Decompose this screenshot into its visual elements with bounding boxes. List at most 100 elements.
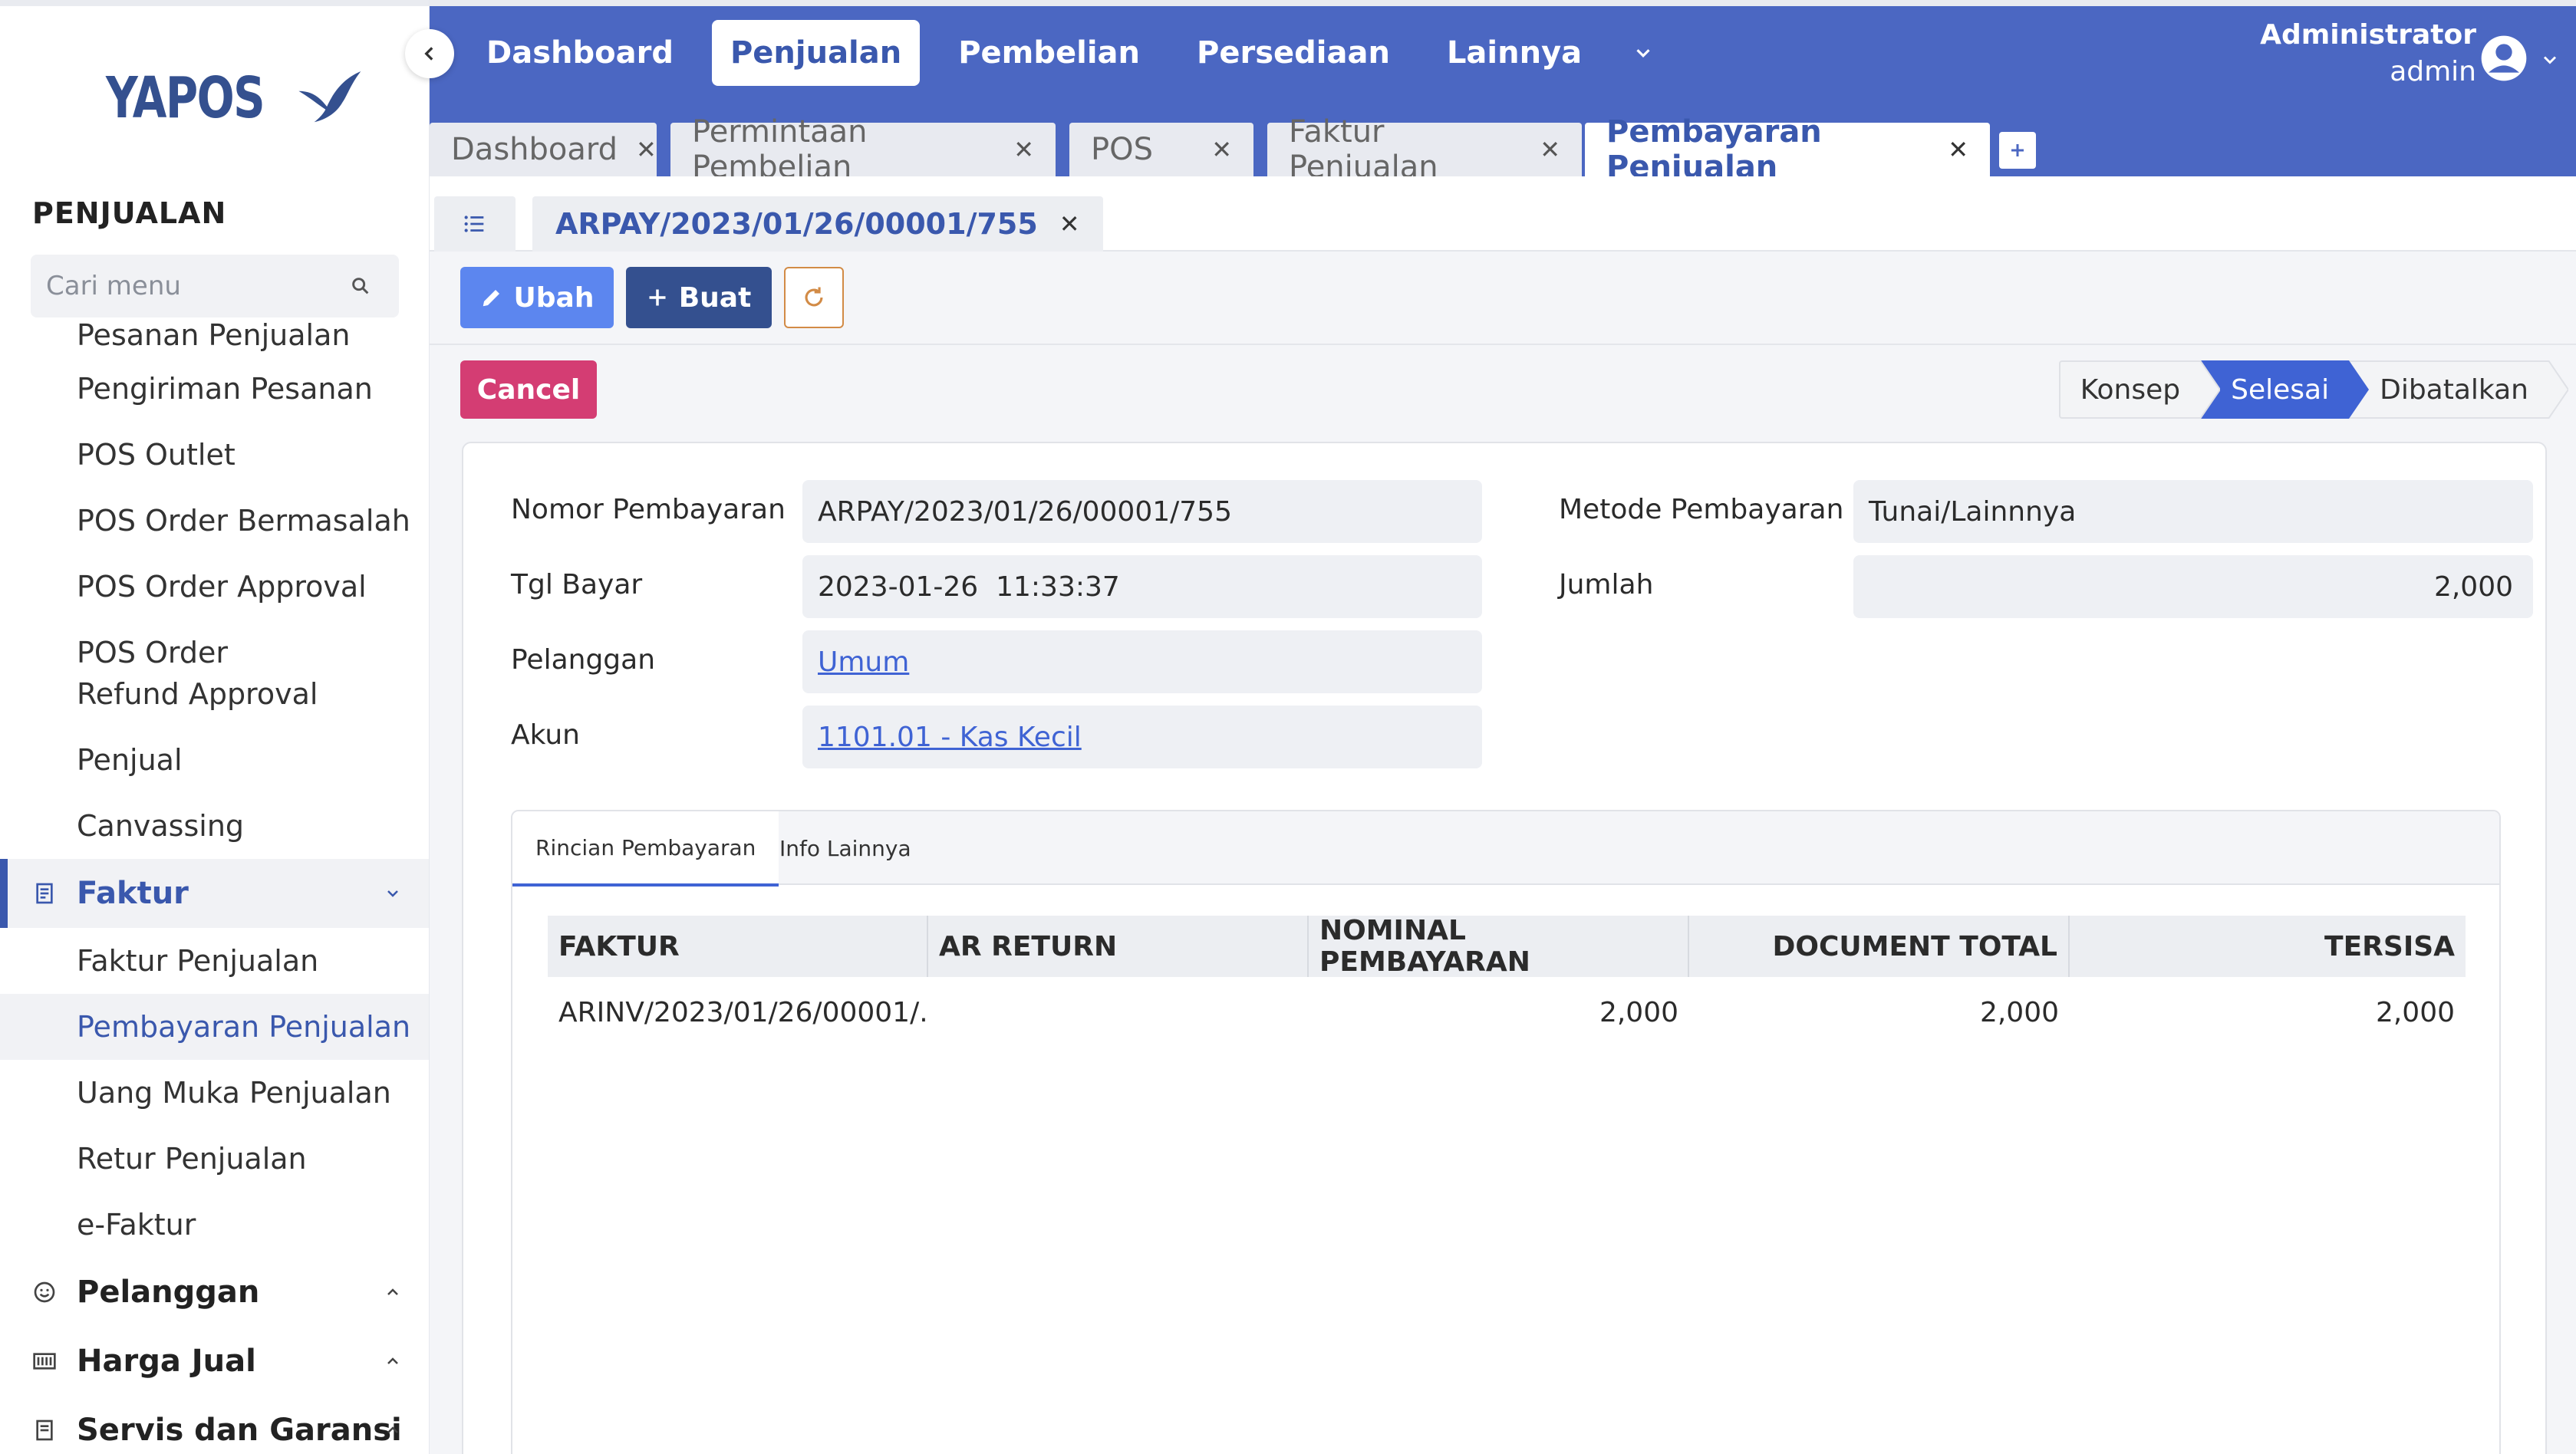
cell-tersisa: 2,000 xyxy=(2375,996,2455,1028)
sidebar-item-penjual[interactable]: Penjual xyxy=(0,727,429,793)
tab-rincian-pembayaran[interactable]: Rincian Pembayaran xyxy=(512,811,779,887)
status-steps: Konsep Selesai Dibatalkan xyxy=(2058,360,2568,419)
close-icon[interactable]: ✕ xyxy=(1948,135,1968,164)
nav-more-dropdown[interactable] xyxy=(1620,20,1666,86)
close-icon[interactable]: ✕ xyxy=(1540,135,1560,164)
document-tab[interactable]: ARPAY/2023/01/26/00001/755 ✕ xyxy=(532,196,1103,252)
chevron-up-icon xyxy=(387,1288,398,1295)
sidebar-item-pengiriman-pesanan[interactable]: Pengiriman Pesanan xyxy=(0,356,429,422)
sidebar-item-pos-order-approval[interactable]: POS Order Approval xyxy=(0,554,429,620)
sidebar-item-pembayaran-penjualan[interactable]: Pembayaran Penjualan xyxy=(0,994,429,1060)
sidebar-menu: Pesanan Penjualan Pengiriman Pesanan POS… xyxy=(0,316,429,1454)
sidebar-group-faktur[interactable]: Faktur xyxy=(0,859,429,928)
column-header-tersisa: TERSISA xyxy=(2324,930,2455,962)
toolbar: Ubah Buat xyxy=(430,252,2576,345)
tab-dashboard[interactable]: Dashboard ✕ xyxy=(430,123,657,176)
sidebar-item-pos-outlet[interactable]: POS Outlet xyxy=(0,422,429,488)
nav-persediaan[interactable]: Persediaan xyxy=(1178,20,1408,86)
cell-faktur: ARINV/2023/01/26/00001/... xyxy=(558,996,928,1028)
create-button[interactable]: Buat xyxy=(626,267,772,328)
sidebar-item-pesanan-penjualan[interactable]: Pesanan Penjualan xyxy=(0,310,429,356)
column-header-ar-return: AR RETURN xyxy=(928,916,1309,977)
nav-penjualan[interactable]: Penjualan xyxy=(711,20,921,86)
sidebar-item-faktur-penjualan[interactable]: Faktur Penjualan xyxy=(0,928,429,994)
top-navbar: Dashboard Penjualan Pembelian Persediaan… xyxy=(430,0,2576,103)
step-arrow-icon xyxy=(2349,360,2370,419)
sidebar-search-input[interactable]: Cari menu xyxy=(31,255,399,317)
nomor-pembayaran-value: ARPAY/2023/01/26/00001/755 xyxy=(818,495,1232,528)
sidebar-item-canvassing[interactable]: Canvassing xyxy=(0,793,429,859)
nav-dashboard[interactable]: Dashboard xyxy=(468,20,692,86)
detail-panel: Rincian Pembayaran Info Lainnya FAKTUR A… xyxy=(511,810,2501,1454)
nav-pembelian[interactable]: Pembelian xyxy=(940,20,1158,86)
sidebar-item-label: Canvassing xyxy=(77,809,245,843)
collapse-sidebar-button[interactable] xyxy=(405,29,454,78)
sidebar-item-label: Faktur Penjualan xyxy=(77,944,319,978)
sidebar-group-pelanggan[interactable]: Pelanggan xyxy=(0,1258,429,1327)
sidebar-item-e-faktur[interactable]: e-Faktur xyxy=(0,1192,429,1258)
status-step-selesai[interactable]: Selesai xyxy=(2200,360,2370,419)
tab-faktur-penjualan[interactable]: Faktur Penjualan ✕ xyxy=(1267,114,1582,185)
main-content: Cancel Konsep Selesai Dibatalkan Nomor P… xyxy=(430,345,2576,1454)
refresh-icon xyxy=(805,287,823,307)
close-icon[interactable]: ✕ xyxy=(1013,135,1034,164)
add-tab-button[interactable] xyxy=(1999,132,2036,169)
sidebar-item-label: Penjual xyxy=(77,743,183,777)
jumlah-field[interactable]: 2,000 xyxy=(1853,555,2533,618)
payment-form-card: Nomor Pembayaran ARPAY/2023/01/26/00001/… xyxy=(462,442,2547,1454)
metode-pembayaran-field[interactable]: Tunai/Lainnnya xyxy=(1853,480,2533,543)
tgl-bayar-label: Tgl Bayar xyxy=(511,569,643,600)
pelanggan-field: Umum xyxy=(802,630,1482,693)
table-header-row: FAKTUR AR RETURN NOMINAL PEMBAYARAN DOCU… xyxy=(548,915,2466,978)
table-row[interactable]: ARINV/2023/01/26/00001/... 2,000 2,000 2… xyxy=(548,977,2466,1048)
akun-label: Akun xyxy=(511,719,580,751)
pelanggan-link[interactable]: Umum xyxy=(818,646,909,678)
nav-lainnya[interactable]: Lainnya xyxy=(1428,20,1600,86)
close-icon[interactable]: ✕ xyxy=(1211,135,1232,164)
sidebar-group-servis[interactable]: Servis dan Garansi xyxy=(0,1396,429,1454)
sidebar-group-label: Servis dan Garansi xyxy=(77,1413,402,1448)
edit-button[interactable]: Ubah xyxy=(460,267,614,328)
sidebar-item-uang-muka-penjualan[interactable]: Uang Muka Penjualan xyxy=(0,1060,429,1126)
tab-label: Dashboard xyxy=(451,132,618,167)
sidebar-item-pos-order-refund-approval[interactable]: POS Order Refund Approval xyxy=(0,620,429,727)
user-menu[interactable]: Administrator admin xyxy=(2260,17,2476,90)
sidebar-group-label: Faktur xyxy=(77,876,189,911)
sidebar-item-label: POS Order Bermasalah xyxy=(77,504,410,538)
tab-pembayaran-penjualan[interactable]: Pembayaran Penjualan ✕ xyxy=(1585,114,1990,185)
document-tab-row: ARPAY/2023/01/26/00001/755 ✕ xyxy=(430,176,2576,252)
akun-link[interactable]: 1101.01 - Kas Kecil xyxy=(818,722,1082,753)
sidebar-group-label: Harga Jual xyxy=(77,1344,256,1379)
status-step-label: Selesai xyxy=(2231,373,2330,406)
user-avatar-icon[interactable] xyxy=(2479,34,2528,83)
status-step-dibatalkan[interactable]: Dibatalkan xyxy=(2349,360,2568,419)
sidebar-item-pos-order-bermasalah[interactable]: POS Order Bermasalah xyxy=(0,488,429,554)
sidebar-group-harga-jual[interactable]: Harga Jual xyxy=(0,1327,429,1396)
sidebar-item-label: e-Faktur xyxy=(77,1208,196,1242)
list-view-button[interactable] xyxy=(434,196,516,252)
status-step-konsep[interactable]: Konsep xyxy=(2058,360,2221,419)
nomor-pembayaran-field[interactable]: ARPAY/2023/01/26/00001/755 xyxy=(802,480,1482,543)
nomor-pembayaran-label: Nomor Pembayaran xyxy=(511,494,786,525)
sidebar-item-label: Uang Muka Penjualan xyxy=(77,1076,391,1110)
refresh-button[interactable] xyxy=(784,267,844,328)
document-icon xyxy=(31,1416,58,1444)
chevron-up-icon xyxy=(387,1357,398,1364)
sidebar-item-retur-penjualan[interactable]: Retur Penjualan xyxy=(0,1126,429,1192)
app-logo[interactable]: YAPOS xyxy=(106,63,364,133)
tab-info-lainnya[interactable]: Info Lainnya xyxy=(756,811,934,885)
column-header-faktur: FAKTUR xyxy=(548,916,928,977)
chevron-up-icon xyxy=(387,1426,398,1433)
receipt-icon xyxy=(31,880,58,907)
sidebar-group-label: Pelanggan xyxy=(77,1275,260,1310)
close-icon[interactable]: ✕ xyxy=(636,135,657,164)
chevron-down-icon[interactable] xyxy=(2539,49,2561,71)
payment-detail-table: FAKTUR AR RETURN NOMINAL PEMBAYARAN DOCU… xyxy=(548,915,2466,1048)
close-icon[interactable]: ✕ xyxy=(1059,209,1080,238)
chevron-down-icon xyxy=(1636,49,1650,58)
tab-pos[interactable]: POS ✕ xyxy=(1069,123,1253,176)
cell-document-total: 2,000 xyxy=(1979,996,2059,1028)
tgl-bayar-field[interactable]: 2023-01-26 11:33:37 xyxy=(802,555,1482,618)
cancel-button[interactable]: Cancel xyxy=(460,360,597,419)
tab-permintaan-pembelian[interactable]: Permintaan Pembelian ✕ xyxy=(670,114,1056,185)
